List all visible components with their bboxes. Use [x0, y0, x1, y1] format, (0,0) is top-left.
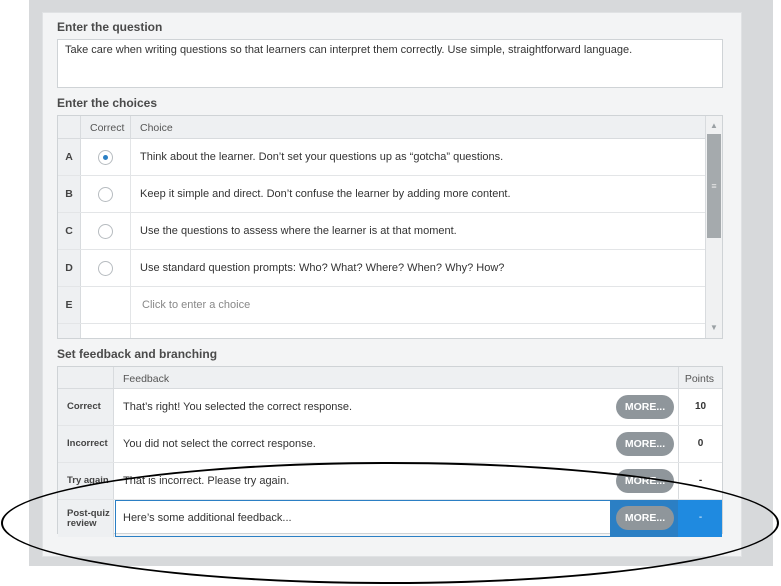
- feedback-label: Incorrect: [58, 426, 114, 462]
- scroll-thumb[interactable]: ≡: [707, 134, 721, 238]
- correct-cell: [81, 287, 131, 323]
- correct-cell: [81, 250, 131, 286]
- choice-letter: A: [58, 139, 81, 175]
- header-letter-cell: [58, 116, 81, 139]
- correct-radio-b[interactable]: [98, 187, 113, 202]
- choice-row-c: C Use the questions to assess where the …: [58, 213, 706, 250]
- choice-row-d: D Use standard question prompts: Who? Wh…: [58, 250, 706, 287]
- feedback-section-title: Set feedback and branching: [57, 347, 218, 361]
- correct-cell: [81, 139, 131, 175]
- more-button[interactable]: MORE...: [616, 469, 674, 493]
- column-header-choice: Choice: [140, 122, 173, 134]
- more-button[interactable]: MORE...: [616, 506, 674, 530]
- feedback-text-try-again[interactable]: That is incorrect. Please try again.: [123, 475, 289, 487]
- correct-radio-a[interactable]: [98, 150, 113, 165]
- choice-text-c[interactable]: Use the questions to assess where the le…: [140, 225, 457, 237]
- feedback-table: Feedback Points Correct That’s right! Yo…: [57, 366, 723, 537]
- header-label-cell: [58, 367, 114, 389]
- choice-text-d[interactable]: Use standard question prompts: Who? What…: [140, 262, 504, 274]
- question-section-title: Enter the question: [57, 20, 163, 34]
- correct-cell: [81, 324, 131, 338]
- choice-letter: D: [58, 250, 81, 286]
- choice-letter: E: [58, 287, 81, 323]
- choice-row-b: B Keep it simple and direct. Don’t confu…: [58, 176, 706, 213]
- feedback-row-try-again: Try again That is incorrect. Please try …: [58, 463, 722, 500]
- choice-text-e-placeholder[interactable]: Click to enter a choice: [142, 299, 250, 311]
- choice-text-a[interactable]: Think about the learner. Don’t set your …: [140, 151, 503, 163]
- correct-radio-c[interactable]: [98, 224, 113, 239]
- column-header-points: Points: [684, 373, 714, 385]
- choice-row-a: A Think about the learner. Don’t set you…: [58, 139, 706, 176]
- points-value[interactable]: -: [678, 500, 722, 537]
- column-header-feedback: Feedback: [123, 373, 170, 385]
- more-button[interactable]: MORE...: [616, 432, 674, 456]
- choices-section-title: Enter the choices: [57, 96, 158, 110]
- feedback-text-incorrect[interactable]: You did not select the correct response.: [123, 438, 316, 450]
- feedback-label: Try again: [58, 463, 114, 499]
- points-value[interactable]: 10: [678, 389, 722, 425]
- choice-row-e: E Click to enter a choice: [58, 287, 706, 324]
- feedback-label: Correct: [58, 389, 114, 425]
- feedback-table-header: Feedback Points: [58, 367, 722, 389]
- scroll-down-icon[interactable]: ▼: [706, 320, 722, 336]
- feedback-text-correct[interactable]: That’s right! You selected the correct r…: [123, 401, 352, 413]
- choice-text-b[interactable]: Keep it simple and direct. Don’t confuse…: [140, 188, 511, 200]
- correct-cell: [81, 176, 131, 212]
- points-value[interactable]: -: [678, 463, 722, 499]
- correct-cell: [81, 213, 131, 249]
- choices-table-header: Correct Choice: [58, 116, 706, 139]
- feedback-row-correct: Correct That’s right! You selected the c…: [58, 389, 722, 426]
- more-button[interactable]: MORE...: [616, 395, 674, 419]
- choice-letter-partial: [58, 324, 81, 338]
- choice-letter: B: [58, 176, 81, 212]
- choice-row-partial: [58, 324, 706, 338]
- feedback-text-post-quiz[interactable]: Here’s some additional feedback...: [123, 512, 292, 524]
- scroll-up-icon[interactable]: ▲: [706, 118, 722, 134]
- feedback-row-post-quiz-review: Post-quiz review Here’s some additional …: [58, 500, 722, 537]
- question-input[interactable]: Take care when writing questions so that…: [57, 39, 723, 88]
- column-header-correct: Correct: [90, 122, 125, 134]
- feedback-label: Post-quiz review: [58, 500, 114, 537]
- correct-radio-d[interactable]: [98, 261, 113, 276]
- feedback-row-incorrect: Incorrect You did not select the correct…: [58, 426, 722, 463]
- choices-table: Correct Choice A Think about the learner…: [57, 115, 723, 339]
- choice-letter: C: [58, 213, 81, 249]
- choices-scrollbar[interactable]: ▲ ≡ ▼: [705, 116, 722, 338]
- points-value[interactable]: 0: [678, 426, 722, 462]
